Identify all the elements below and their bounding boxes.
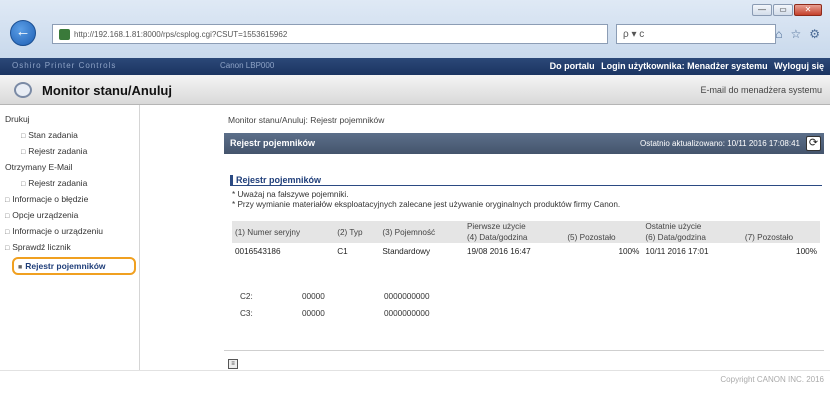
logout-link[interactable]: Wyloguj się	[774, 61, 824, 71]
bullet-icon: □	[5, 197, 10, 204]
browser-chrome: — ▭ ✕ ← http://192.168.1.81:8000/rps/csp…	[0, 0, 830, 58]
portal-link[interactable]: Do portalu	[550, 61, 595, 71]
url-text: http://192.168.1.81:8000/rps/csplog.cgi?…	[74, 29, 288, 39]
window-controls: — ▭ ✕	[752, 4, 822, 16]
sidebar-item-label: Informacje o urządzeniu	[12, 226, 103, 236]
counters: C2: 00000 0000000000 C3: 00000 000000000…	[240, 288, 430, 322]
sidebar-item-label: Informacje o błędzie	[12, 194, 89, 204]
col-type: (2) Typ	[334, 221, 380, 243]
bullet-icon: □	[21, 181, 26, 188]
cell-first-datetime: 19/08 2016 16:47	[466, 247, 531, 256]
page-top-button[interactable]: ≡	[228, 359, 238, 369]
sidebar-item-label: Rejestr zadania	[28, 146, 88, 156]
sidebar-item-label: Stan zadania	[28, 130, 78, 140]
cell-last-datetime: 10/11 2016 17:01	[645, 247, 709, 256]
col-serial: (1) Numer seryjny	[232, 221, 335, 243]
search-box[interactable]: ρ ▾ c	[616, 24, 776, 44]
bullet-icon: □	[5, 245, 10, 252]
counter-value: 00000	[302, 292, 325, 301]
sidebar-item-error-info[interactable]: □ Informacje o błędzie	[0, 191, 139, 207]
note-counterfeit: * Uważaj na fałszywe pojemniki.	[232, 190, 349, 199]
col-first-datetime: (4) Data/godzina	[463, 232, 565, 243]
col-last-datetime: (6) Data/godzina	[642, 232, 742, 243]
sidebar-item-print[interactable]: Drukuj	[0, 111, 139, 127]
page-header: Monitor stanu/Anuluj E-mail do menadżera…	[0, 75, 830, 105]
cell-type: C1	[337, 247, 348, 256]
last-updated: Ostatnio aktualizowano: 10/11 2016 17:08…	[640, 139, 800, 148]
note-genuine: * Przy wymianie materiałów eksploatacyjn…	[232, 200, 621, 209]
cartridge-table: (1) Numer seryjny (2) Typ (3) Pojemność …	[232, 221, 820, 260]
email-admin-link[interactable]: E-mail do menadżera systemu	[700, 85, 822, 95]
counter-row: C2: 00000 0000000000	[240, 288, 430, 305]
top-nav-bar: Oshiro Printer Controls Canon LBP000 Do …	[0, 58, 830, 75]
home-icon[interactable]: ⌂	[775, 27, 782, 41]
sidebar: Drukuj □ Stan zadania □ Rejestr zadania Ot…	[0, 105, 140, 370]
sidebar-item-label: Opcje urządzenia	[12, 210, 79, 220]
group-first-use: Pierwsze użycie	[463, 221, 643, 232]
sidebar-item-label: Rejestr zadania	[28, 178, 88, 188]
sidebar-item-device-options[interactable]: □ Opcje urządzenia	[0, 207, 139, 223]
counter-label: C2:	[240, 292, 253, 301]
sidebar-item-device-info[interactable]: □ Informacje o urządzeniu	[0, 223, 139, 239]
sidebar-item-cartridge-log[interactable]: ■ Rejestr pojemników	[12, 257, 136, 275]
counter-row: C3: 00000 0000000000	[240, 305, 430, 322]
back-arrow-icon[interactable]: ←	[10, 20, 36, 46]
settings-gear-icon[interactable]: ⚙	[809, 27, 820, 41]
counter-label: C3:	[240, 309, 253, 318]
sidebar-item-label: Rejestr pojemników	[25, 261, 106, 271]
close-button[interactable]: ✕	[794, 4, 822, 16]
refresh-icon[interactable]: ⟳	[806, 136, 821, 151]
sidebar-item-job-status[interactable]: □ Stan zadania	[0, 127, 139, 143]
site-icon	[59, 28, 70, 40]
table-row: 0016543186 C1 Standardowy 19/08 2016 16:…	[232, 243, 820, 260]
browser-toolbar: ⌂ ☆ ⚙	[775, 27, 820, 41]
minimize-button[interactable]: —	[752, 4, 772, 16]
maximize-button[interactable]: ▭	[773, 4, 793, 16]
search-icon: ρ ▾ c	[623, 28, 645, 40]
notes: * Uważaj na fałszywe pojemniki. * Przy w…	[232, 190, 620, 210]
col-first-remaining: (5) Pozostało	[564, 232, 643, 243]
cell-last-remaining: 100%	[796, 247, 817, 256]
login-user-text: Login użytkownika: Menadżer systemu	[601, 61, 768, 71]
bullet-icon: □	[5, 213, 10, 220]
copyright: Copyright CANON INC. 2016	[720, 375, 824, 384]
counter-value: 00000	[302, 309, 325, 318]
col-capacity: (3) Pojemność	[379, 221, 464, 243]
breadcrumb: Monitor stanu/Anuluj: Rejestr pojemników	[228, 115, 385, 125]
page-title: Monitor stanu/Anuluj	[42, 83, 172, 98]
sidebar-item-label: Sprawdź licznik	[12, 242, 71, 252]
counter-total: 0000000000	[384, 292, 430, 301]
bullet-icon: □	[21, 133, 26, 140]
cell-first-remaining: 100%	[618, 247, 640, 256]
bullet-icon: □	[5, 229, 10, 236]
device-model: Canon LBP000	[220, 61, 275, 70]
col-last-remaining: (7) Pozostało	[741, 232, 820, 243]
sidebar-item-email-job-log[interactable]: □ Rejestr zadania	[0, 175, 139, 191]
sidebar-item-check-counter[interactable]: □ Sprawdź licznik	[0, 239, 139, 255]
top-links: Do portalu Login użytkownika: Menadżer s…	[546, 61, 824, 71]
cell-serial: 0016543186	[235, 247, 281, 256]
bullet-icon: □	[21, 149, 26, 156]
sidebar-item-received-email[interactable]: Otrzymany E-Mail	[0, 159, 139, 175]
panel-title: Rejestr pojemników	[230, 138, 316, 148]
main-content: Monitor stanu/Anuluj: Rejestr pojemników…	[140, 105, 830, 370]
address-bar[interactable]: http://192.168.1.81:8000/rps/csplog.cgi?…	[52, 24, 608, 44]
monitor-icon	[14, 82, 32, 98]
footer: Copyright CANON INC. 2016	[0, 370, 830, 401]
panel-header: Rejestr pojemników Ostatnio aktualizowan…	[224, 133, 824, 154]
bullet-icon: ■	[18, 264, 23, 271]
section-title: Rejestr pojemników	[230, 175, 822, 186]
favorites-star-icon[interactable]: ☆	[790, 27, 801, 41]
counter-total: 0000000000	[384, 309, 430, 318]
divider	[224, 350, 824, 351]
cell-capacity: Standardowy	[382, 247, 431, 256]
sidebar-item-job-log[interactable]: □ Rejestr zadania	[0, 143, 139, 159]
group-last-use: Ostatnie użycie	[642, 221, 820, 232]
device-name: Oshiro Printer Controls	[12, 61, 117, 70]
